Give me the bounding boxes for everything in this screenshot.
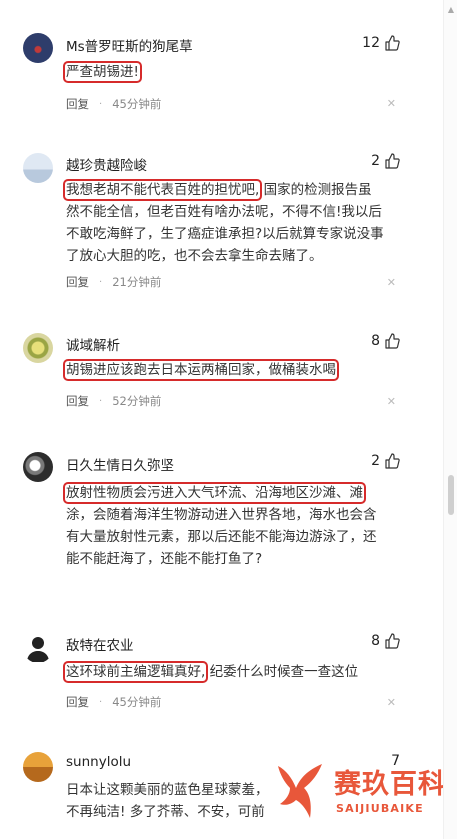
highlighted-comment-text: 放射性物质会污进入大气环流、沿海地区沙滩、滩 bbox=[63, 482, 366, 504]
avatar[interactable] bbox=[23, 633, 53, 663]
like-button[interactable]: 12 bbox=[362, 35, 400, 51]
scrollbar-thumb[interactable] bbox=[448, 475, 454, 515]
thumbs-up-icon bbox=[385, 633, 400, 649]
like-button[interactable]: 8 bbox=[371, 333, 400, 349]
watermark-subtitle: SAIJIUBAIKE bbox=[336, 802, 424, 815]
username[interactable]: Ms普罗旺斯的狗尾草 bbox=[66, 35, 193, 55]
username[interactable]: 越珍贵越险峻 bbox=[66, 154, 147, 174]
thumbs-up-icon bbox=[385, 35, 400, 51]
comment-text-line: 然不能全信，但老百姓有啥办法呢，不得不信!我以后 bbox=[66, 204, 382, 220]
avatar[interactable] bbox=[23, 333, 53, 363]
timestamp: 45分钟前 bbox=[112, 695, 162, 709]
comment-text-line: 不再纯洁! 多了芥蒂、不安，可前 bbox=[66, 804, 265, 820]
close-icon[interactable]: ✕ bbox=[387, 395, 396, 408]
username[interactable]: 诚域解析 bbox=[66, 334, 120, 354]
comment-text: 纪委什么时候查一查这位 bbox=[209, 664, 359, 680]
username[interactable]: 敌特在农业 bbox=[66, 634, 134, 654]
highlighted-comment-text: 这环球前主编逻辑真好, bbox=[62, 661, 209, 683]
like-count: 2 bbox=[371, 153, 380, 169]
watermark-logo: 赛玖百科 SAIJIUBAIKE bbox=[272, 760, 452, 830]
like-count: 8 bbox=[371, 633, 380, 649]
avatar[interactable] bbox=[23, 153, 53, 183]
username[interactable]: sunnylolu bbox=[66, 754, 131, 770]
highlighted-comment-text: 我想老胡不能代表百姓的担忧吧, bbox=[62, 179, 263, 201]
thumbs-up-icon bbox=[385, 153, 400, 169]
watermark-title: 赛玖百科 bbox=[334, 769, 446, 800]
comment-text-line: 不敢吃海鲜了，生了癌症谁承担?以后就算专家说没事 bbox=[66, 226, 384, 242]
comment-text-line: 日本让这颗美丽的蓝色星球蒙羞， bbox=[66, 782, 269, 798]
avatar[interactable] bbox=[23, 452, 53, 482]
reply-button[interactable]: 回复 bbox=[66, 694, 89, 710]
like-button[interactable]: 2 bbox=[371, 153, 400, 169]
comment-text-line: 有大量放射性元素，那以后还能不能海边游泳了，还 bbox=[66, 529, 377, 545]
scrollbar[interactable]: ▲ bbox=[443, 0, 457, 839]
timestamp: 21分钟前 bbox=[112, 275, 162, 289]
highlighted-comment-text: 严查胡锡进! bbox=[63, 61, 142, 83]
like-count: 8 bbox=[371, 333, 380, 349]
reply-button[interactable]: 回复 bbox=[66, 274, 89, 290]
comment-text-line: 能不能赶海了，还能不能打鱼了? bbox=[66, 551, 263, 567]
like-button[interactable]: 8 bbox=[371, 633, 400, 649]
separator-dot: · bbox=[99, 696, 103, 708]
highlighted-comment-text: 胡锡进应该跑去日本运两桶回家，做桶装水喝 bbox=[63, 359, 339, 381]
reply-button[interactable]: 回复 bbox=[66, 96, 89, 112]
avatar[interactable] bbox=[23, 752, 53, 782]
username[interactable]: 日久生情日久弥坚 bbox=[66, 454, 174, 474]
scroll-up-arrow-icon[interactable]: ▲ bbox=[448, 5, 454, 14]
separator-dot: · bbox=[99, 276, 103, 288]
person-icon bbox=[27, 637, 49, 662]
comment-text-line: 了放心大胆的吃，也不会去拿生命去赌了。 bbox=[66, 248, 323, 264]
separator-dot: · bbox=[99, 395, 103, 407]
reply-button[interactable]: 回复 bbox=[66, 393, 89, 409]
timestamp: 52分钟前 bbox=[112, 394, 162, 408]
whale-tail-logo-icon bbox=[278, 764, 322, 818]
like-count: 2 bbox=[371, 453, 380, 469]
close-icon[interactable]: ✕ bbox=[387, 276, 396, 289]
avatar[interactable] bbox=[23, 33, 53, 63]
close-icon[interactable]: ✕ bbox=[387, 97, 396, 110]
thumbs-up-icon bbox=[385, 333, 400, 349]
thumbs-up-icon bbox=[385, 453, 400, 469]
close-icon[interactable]: ✕ bbox=[387, 696, 396, 709]
timestamp: 45分钟前 bbox=[112, 97, 162, 111]
comment-text-line: 涂，会随着海洋生物游动进入世界各地，海水也会含 bbox=[66, 507, 377, 523]
separator-dot: · bbox=[99, 98, 103, 110]
comment-text: 国家的检测报告虽 bbox=[263, 182, 372, 198]
like-count: 12 bbox=[362, 35, 380, 51]
like-button[interactable]: 2 bbox=[371, 453, 400, 469]
